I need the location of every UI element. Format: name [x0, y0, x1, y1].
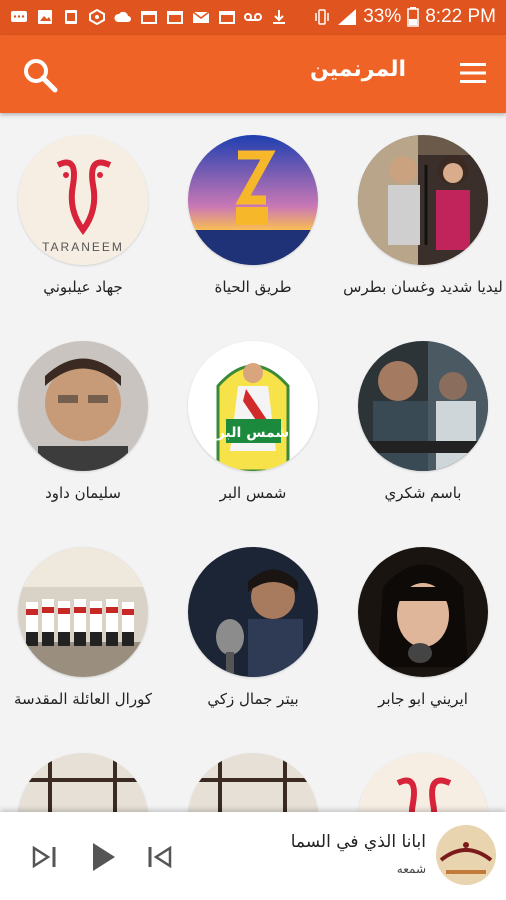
artist-photo — [358, 753, 488, 813]
artist-photo: شمس البر — [188, 341, 318, 471]
artist-card[interactable]: ايريني ابو جابر — [343, 547, 503, 708]
calendar-icon — [141, 11, 157, 24]
play-button[interactable] — [86, 840, 120, 874]
artist-card[interactable]: TARANEEM جهاد عيلبوني — [3, 135, 163, 296]
artist-photo — [188, 547, 318, 677]
skip-previous-icon — [148, 845, 172, 869]
mail-icon — [192, 11, 210, 23]
page-title: المرنمين — [309, 57, 406, 82]
calendar-icon — [219, 11, 235, 24]
vibrate-icon — [315, 9, 329, 25]
play-icon — [93, 843, 115, 871]
artist-photo — [188, 753, 318, 813]
screenshot-icon — [65, 10, 77, 24]
artist-name: ليديا شديد وغسان بطرس — [343, 278, 503, 296]
now-playing-artist: شمعه — [396, 862, 426, 876]
now-playing-thumbnail[interactable] — [436, 825, 496, 885]
clock: 8:22 PM — [425, 6, 496, 27]
skip-next-icon — [32, 845, 56, 869]
artist-card[interactable]: طريق الحياة — [173, 135, 333, 296]
download-icon — [273, 10, 285, 24]
artist-photo — [18, 753, 148, 813]
search-button[interactable] — [20, 55, 60, 95]
artist-name: سليمان داود — [45, 484, 121, 502]
artist-card[interactable] — [3, 753, 163, 813]
artist-photo — [18, 547, 148, 677]
artist-card[interactable] — [343, 753, 503, 813]
artist-photo — [358, 135, 488, 265]
now-playing-title: ابانا الذي في السما — [290, 832, 426, 852]
artist-card[interactable]: بيتر جمال زكي — [173, 547, 333, 708]
message-icon — [11, 11, 27, 22]
cloud-icon — [114, 11, 131, 22]
artist-name: جهاد عيلبوني — [43, 278, 123, 296]
image-icon — [38, 10, 52, 24]
status-bar: 33% 8:22 PM — [0, 0, 506, 35]
artist-name: باسم شكري — [384, 484, 462, 502]
voicemail-icon — [244, 13, 262, 21]
artist-name: شمس البر — [219, 484, 287, 502]
artists-grid: ليديا شديد وغسان بطرس طريق الحياة TARANE… — [0, 113, 506, 813]
artist-card[interactable]: ليديا شديد وغسان بطرس — [343, 135, 503, 296]
artist-name: بيتر جمال زكي — [207, 690, 299, 708]
notification-icons — [10, 9, 288, 25]
hexagon-icon — [89, 9, 105, 25]
status-right: 33% 8:22 PM — [313, 6, 496, 28]
calendar-icon — [167, 11, 183, 24]
artist-photo — [358, 341, 488, 471]
mini-player: ابانا الذي في السما شمعه — [0, 812, 506, 900]
artist-card[interactable]: كورال العائلة المقدسة — [3, 547, 163, 708]
artist-card[interactable] — [173, 753, 333, 813]
artist-name: ايريني ابو جابر — [378, 690, 468, 708]
menu-button[interactable] — [458, 60, 488, 86]
artist-card[interactable]: سليمان داود — [3, 341, 163, 502]
artist-name: طريق الحياة — [214, 278, 292, 296]
battery-percent: 33% — [363, 6, 402, 27]
shams-elbir-art-text: شمس البر — [216, 425, 289, 441]
search-icon — [24, 59, 58, 93]
artist-card[interactable]: باسم شكري — [343, 341, 503, 502]
artist-photo — [18, 341, 148, 471]
taraneem-logo-text: TARANEEM — [42, 240, 124, 254]
battery-icon — [407, 7, 419, 27]
artist-card[interactable]: شمس البر شمس البر — [173, 341, 333, 502]
skip-previous-button[interactable] — [142, 840, 176, 874]
artist-photo: TARANEEM — [18, 135, 148, 265]
signal-icon — [338, 9, 357, 25]
skip-next-button[interactable] — [28, 840, 62, 874]
hamburger-menu-icon — [460, 63, 486, 83]
artist-photo — [188, 135, 318, 265]
artist-name: كورال العائلة المقدسة — [14, 690, 152, 708]
app-bar: المرنمين — [0, 35, 506, 113]
artist-photo — [358, 547, 488, 677]
